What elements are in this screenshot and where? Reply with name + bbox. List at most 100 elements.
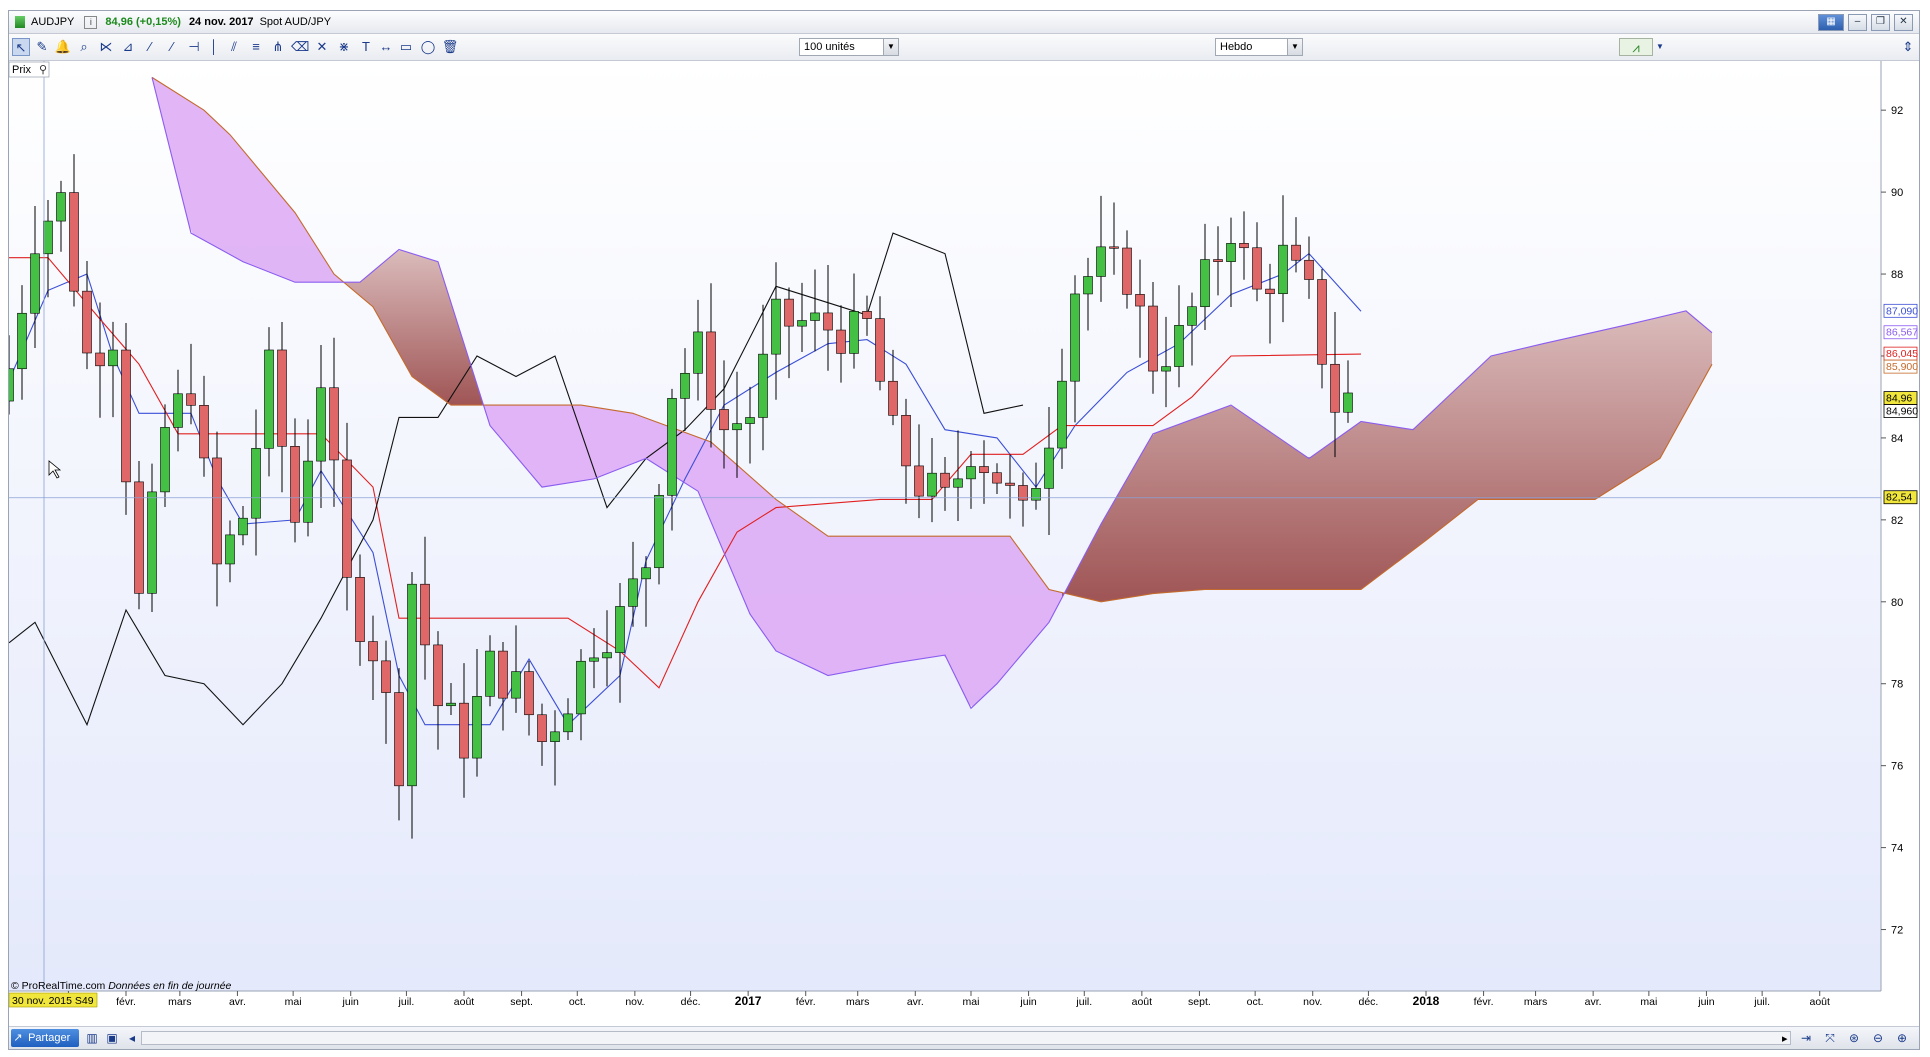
candle-up bbox=[1070, 293, 1080, 382]
candle-down bbox=[1122, 247, 1132, 295]
period-select[interactable]: Hebdo ▼ bbox=[1215, 38, 1303, 56]
candle-up bbox=[160, 427, 170, 493]
alert-bell-icon[interactable]: 🔔 bbox=[54, 38, 72, 56]
candle-down bbox=[186, 393, 196, 406]
scroll-left-icon[interactable]: ◂ bbox=[123, 1030, 141, 1046]
candle-up bbox=[693, 331, 703, 374]
date-tick-label: févr. bbox=[796, 996, 816, 1008]
price-badge-label: 82,54 bbox=[1886, 492, 1912, 504]
ticker-icon[interactable] bbox=[15, 16, 25, 28]
candle-down bbox=[1330, 363, 1340, 413]
ichimoku-chart-svg[interactable]: 72747678808284868890922016févr.marsavr.m… bbox=[9, 61, 1920, 1008]
price-change: 84,96 (+0,15%) bbox=[105, 16, 181, 28]
fibonacci-fan-icon[interactable]: ⋉ bbox=[97, 38, 115, 56]
vertical-line-icon[interactable]: │ bbox=[205, 38, 223, 56]
text-tool-icon[interactable]: T bbox=[357, 38, 375, 56]
chevron-down-icon[interactable]: ▼ bbox=[1654, 38, 1666, 56]
date-tick-label: nov. bbox=[1303, 996, 1322, 1008]
scroll-end-icon[interactable]: ⇥ bbox=[1797, 1030, 1815, 1046]
candle-down bbox=[95, 352, 105, 367]
candle-down bbox=[836, 329, 846, 354]
price-axis-background bbox=[1881, 61, 1919, 1008]
measure-tool-icon[interactable]: ↔ bbox=[377, 38, 395, 56]
units-select[interactable]: 100 unités ▼ bbox=[799, 38, 899, 56]
date-tick-label: mai bbox=[1640, 996, 1657, 1008]
date-tick-label: 2017 bbox=[735, 994, 762, 1008]
candle-up bbox=[966, 466, 976, 480]
chevron-down-icon[interactable]: ▼ bbox=[1287, 39, 1302, 55]
rectangle-tool-icon[interactable]: ▭ bbox=[397, 38, 415, 56]
eod-note-text: Données en fin de journée bbox=[108, 980, 231, 992]
andrews-pitchfork-icon[interactable]: ⋔ bbox=[269, 38, 287, 56]
candle-up bbox=[589, 657, 599, 662]
price-tick-label: 80 bbox=[1891, 597, 1903, 609]
gann-tool-icon[interactable]: ⋇ bbox=[335, 38, 353, 56]
ellipse-tool-icon[interactable]: ◯ bbox=[419, 38, 437, 56]
share-button[interactable]: ↗ Partager bbox=[11, 1029, 79, 1047]
candle-down bbox=[1252, 247, 1262, 290]
candle-up bbox=[927, 472, 937, 497]
candle-up bbox=[745, 417, 755, 424]
share-icon: ↗ bbox=[13, 1032, 23, 1044]
candle-up bbox=[485, 650, 495, 697]
candle-up bbox=[576, 660, 586, 715]
date-tick-label: sept. bbox=[1188, 996, 1211, 1008]
trendline-tool-icon[interactable]: ⁄ bbox=[141, 38, 159, 56]
ruler-tool-icon[interactable]: ✎ bbox=[33, 38, 51, 56]
candle-down bbox=[199, 405, 209, 459]
indicator-menu-icon[interactable]: ⩘ bbox=[1619, 38, 1653, 56]
candle-up bbox=[407, 583, 417, 787]
zoom-in-icon[interactable]: ⊕ bbox=[1893, 1030, 1911, 1046]
minimize-icon[interactable]: – bbox=[1848, 14, 1867, 31]
candle-up bbox=[1343, 392, 1353, 413]
candle-down bbox=[784, 298, 794, 327]
candle-down bbox=[537, 714, 547, 742]
date-tick-label: août bbox=[1132, 996, 1153, 1008]
keyboard-icon[interactable]: ▦ bbox=[1818, 14, 1844, 31]
candle-down bbox=[1148, 305, 1158, 372]
reset-zoom-icon[interactable]: ⊛ bbox=[1845, 1030, 1863, 1046]
layout-icon[interactable]: ▥ bbox=[83, 1030, 101, 1046]
scroll-toggle-icon[interactable]: ⇕ bbox=[1899, 38, 1917, 56]
horizontal-line-icon[interactable]: ⊣ bbox=[185, 38, 203, 56]
candle-down bbox=[992, 472, 1002, 484]
quote-date: 24 nov. 2017 bbox=[188, 16, 254, 28]
candle-down bbox=[1109, 246, 1119, 249]
horizontal-scrollbar[interactable]: ▸ bbox=[141, 1031, 1791, 1045]
pointer-tool-icon[interactable]: ↖ bbox=[12, 38, 30, 56]
candle-up bbox=[849, 311, 859, 354]
eraser-tool-icon[interactable]: ⌫ bbox=[291, 38, 309, 56]
ray-tool-icon[interactable]: ∕ bbox=[163, 38, 181, 56]
info-icon[interactable]: i bbox=[84, 15, 98, 29]
channel-tool-icon[interactable]: ⊿ bbox=[119, 38, 137, 56]
close-icon[interactable]: ✕ bbox=[1894, 14, 1913, 31]
price-chart[interactable]: 72747678808284868890922016févr.marsavr.m… bbox=[9, 61, 1920, 1008]
scroll-right-icon[interactable]: ▸ bbox=[1782, 1032, 1788, 1045]
screenshot-icon[interactable]: ▣ bbox=[103, 1030, 121, 1046]
date-tick-label: mai bbox=[285, 996, 302, 1008]
candle-up bbox=[238, 517, 248, 536]
price-tick-label: 76 bbox=[1891, 761, 1903, 773]
date-tick-label: nov. bbox=[625, 996, 644, 1008]
trash-icon[interactable]: 🗑 bbox=[441, 38, 459, 56]
candle-down bbox=[1304, 259, 1314, 280]
candle-down bbox=[342, 459, 352, 578]
parallel-lines-icon[interactable]: ⫽ bbox=[225, 38, 243, 56]
date-tick-label: févr. bbox=[1474, 996, 1494, 1008]
zoom-tool-icon[interactable]: ⌕ bbox=[75, 38, 93, 56]
zoom-out-icon[interactable]: ⊖ bbox=[1869, 1030, 1887, 1046]
restore-icon[interactable]: ❐ bbox=[1871, 14, 1890, 31]
cross-tool-icon[interactable]: ✕ bbox=[313, 38, 331, 56]
price-tick-label: 88 bbox=[1891, 269, 1903, 281]
symbol-label[interactable]: AUDJPY bbox=[31, 16, 74, 28]
candle-up bbox=[1083, 276, 1093, 295]
copyright-text: © ProRealTime.com bbox=[11, 980, 108, 992]
candle-up bbox=[1278, 244, 1288, 295]
fibonacci-retracement-icon[interactable]: ≡ bbox=[247, 38, 265, 56]
share-button-label: Partager bbox=[28, 1032, 71, 1044]
fit-chart-icon[interactable]: ⤧ bbox=[1821, 1030, 1839, 1046]
chevron-down-icon[interactable]: ▼ bbox=[883, 39, 898, 55]
candle-down bbox=[433, 644, 443, 707]
candle-up bbox=[173, 393, 183, 428]
candle-down bbox=[875, 318, 885, 382]
